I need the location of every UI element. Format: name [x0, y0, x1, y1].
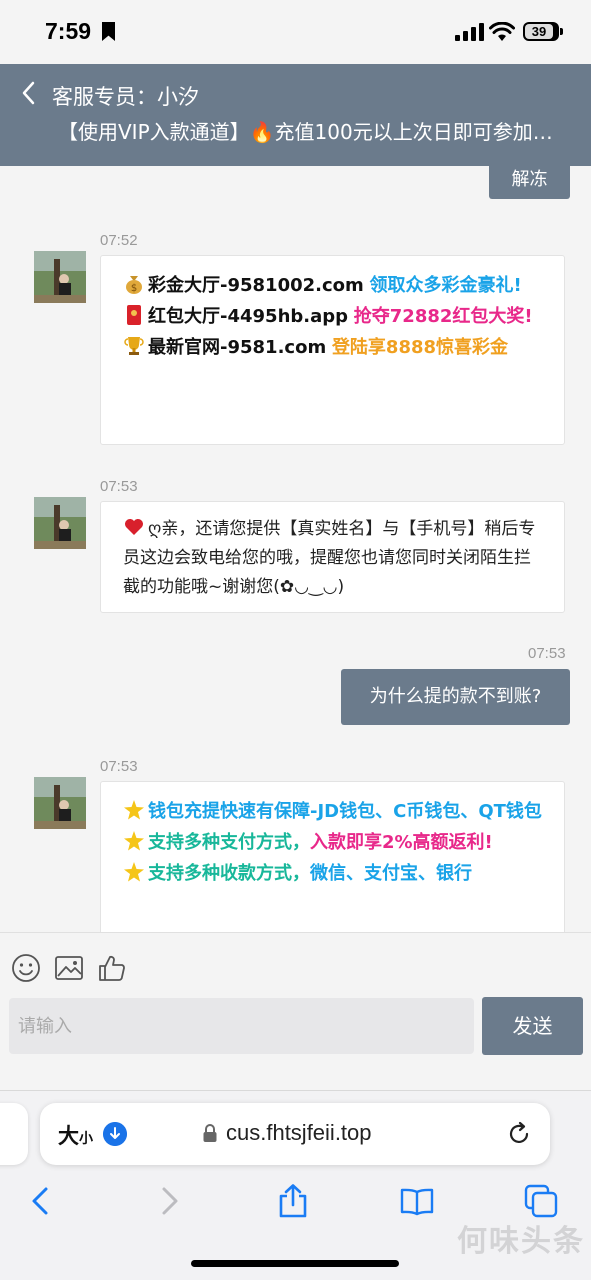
announcement-marquee[interactable]: 【使用VIP入款通道】🔥充值100元以上次日即可参加以...	[58, 116, 568, 145]
feature-text: 支持多种支付方式，	[148, 832, 310, 853]
url-text[interactable]: cus.fhtsjfeii.top	[226, 1120, 372, 1146]
feature-highlight: 入款即享2%高额返利!	[310, 832, 493, 853]
agent-avatar	[34, 497, 86, 549]
red-heart-icon	[123, 516, 145, 538]
agent-avatar	[34, 777, 86, 829]
share-icon[interactable]	[275, 1183, 311, 1219]
trophy-icon	[123, 335, 145, 357]
reload-icon[interactable]	[506, 1121, 532, 1147]
back-chevron-icon[interactable]	[18, 80, 40, 106]
feature-text: 钱包充提快速有保障-JD钱包、C币钱包、QT钱包	[148, 801, 542, 822]
message-line: 支持多种支付方式，入款即享2%高额返利!	[123, 827, 544, 858]
glowing-star-icon	[123, 830, 145, 852]
promo-text: 抢夺72882红包大奖!	[353, 306, 533, 327]
message-text: ღ亲，还请您提供【真实姓名】与【手机号】稍后专员这边会致电给您的哦，提醒您也请您…	[123, 519, 536, 597]
lock-icon	[203, 1124, 217, 1142]
wifi-icon	[489, 22, 515, 41]
chat-messages[interactable]: 解冻 07:52 $ 彩金大厅-9581002.com 领取众多彩金豪礼! 红包大…	[0, 166, 591, 932]
agent-title: 客服专员：小汐	[52, 85, 199, 109]
composer: 发送	[0, 932, 591, 1090]
message-line: 支持多种收款方式，微信、支付宝、银行	[123, 858, 544, 889]
battery-level: 39	[525, 24, 553, 39]
home-indicator	[191, 1260, 399, 1267]
aa-small: 小	[79, 1131, 93, 1147]
tabs-icon[interactable]	[523, 1183, 559, 1219]
browser-toolbar: 大小 cus.fhtsjfeii.top 何味头条	[0, 1090, 591, 1280]
message-bubble: ღ亲，还请您提供【真实姓名】与【手机号】稍后专员这边会致电给您的哦，提醒您也请您…	[100, 501, 565, 613]
glowing-star-icon	[123, 861, 145, 883]
official-site-link[interactable]: 最新官网-9581.com	[148, 337, 326, 358]
bookmark-icon	[102, 22, 115, 41]
unfreeze-button[interactable]: 解冻	[489, 166, 570, 199]
lobby-link-2[interactable]: 红包大厅-4495hb.app	[148, 306, 348, 327]
message-bubble: 钱包充提快速有保障-JD钱包、C币钱包、QT钱包 支持多种支付方式，入款即享2%…	[100, 781, 565, 932]
chat-header: 客服专员：小汐 【使用VIP入款通道】🔥充值100元以上次日即可参加以...	[0, 64, 591, 166]
svg-text:$: $	[131, 283, 137, 294]
message-time: 07:53	[100, 478, 138, 495]
translate-download-icon[interactable]	[103, 1122, 127, 1146]
lobby-link-1[interactable]: 彩金大厅-9581002.com	[148, 275, 364, 296]
message-time: 07:53	[100, 758, 138, 775]
message-input[interactable]	[9, 998, 474, 1054]
image-icon[interactable]	[54, 953, 84, 983]
message-line: $ 彩金大厅-9581002.com 领取众多彩金豪礼!	[123, 270, 544, 301]
page-settings-button[interactable]: 大小	[58, 1120, 93, 1150]
glowing-star-icon	[123, 799, 145, 821]
send-button[interactable]: 发送	[482, 997, 583, 1055]
outgoing-message: 为什么提的款不到账?	[341, 669, 570, 725]
red-envelope-icon	[123, 304, 145, 326]
message-line: 红包大厅-4495hb.app 抢夺72882红包大奖!	[123, 301, 544, 332]
bookmarks-icon[interactable]	[399, 1183, 435, 1219]
back-icon[interactable]	[23, 1183, 59, 1219]
agent-avatar	[34, 251, 86, 303]
feature-text: 支持多种收款方式，	[148, 863, 310, 884]
message-bubble: $ 彩金大厅-9581002.com 领取众多彩金豪礼! 红包大厅-4495hb.…	[100, 255, 565, 445]
address-bar[interactable]: 大小 cus.fhtsjfeii.top	[40, 1103, 550, 1165]
aa-large: 大	[58, 1124, 79, 1148]
cellular-signal-icon	[455, 23, 485, 41]
promo-text: 登陆享8888惊喜彩金	[331, 337, 509, 358]
message-time: 07:53	[528, 645, 566, 662]
emoji-icon[interactable]	[11, 953, 41, 983]
previous-tab-peek[interactable]	[0, 1103, 28, 1165]
money-bag-icon: $	[123, 273, 145, 295]
message-time: 07:52	[100, 232, 138, 249]
battery-icon: 39	[523, 22, 563, 41]
message-line: 最新官网-9581.com 登陆享8888惊喜彩金	[123, 332, 544, 363]
feature-highlight: 微信、支付宝、银行	[310, 863, 472, 884]
status-bar: 7:59 39	[0, 0, 591, 64]
forward-icon[interactable]	[151, 1183, 187, 1219]
message-line: 钱包充提快速有保障-JD钱包、C币钱包、QT钱包	[123, 796, 544, 827]
watermark: 何味头条	[457, 1224, 585, 1259]
status-time: 7:59	[45, 18, 92, 44]
thumbs-up-icon[interactable]	[97, 953, 127, 983]
promo-text: 领取众多彩金豪礼!	[369, 275, 522, 296]
